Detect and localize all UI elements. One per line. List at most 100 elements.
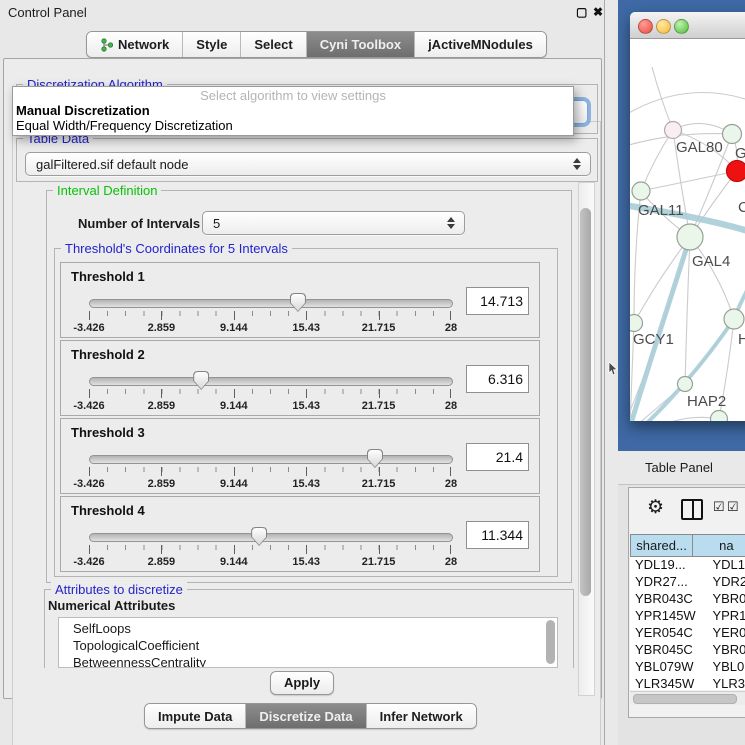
list-item[interactable]: SelfLoops [59, 618, 557, 637]
tab-style[interactable]: Style [183, 32, 241, 57]
table-horizontal-scrollbar[interactable] [630, 691, 745, 705]
slider-thumb[interactable] [193, 371, 209, 390]
threshold-1-value-field[interactable] [466, 287, 529, 315]
slider-thumb[interactable] [367, 449, 383, 468]
list-scrollbar-thumb[interactable] [546, 620, 555, 664]
tab-select[interactable]: Select [241, 32, 306, 57]
slider-track[interactable] [89, 377, 453, 386]
table-panel-title: Table Panel [645, 460, 713, 475]
cell[interactable]: YBL079W [630, 659, 706, 676]
slider-track[interactable] [89, 455, 453, 464]
panel-vertical-scrollbar[interactable] [578, 182, 595, 696]
cell[interactable]: YPR1 [706, 608, 745, 625]
slider-thumb[interactable] [251, 527, 267, 546]
column-header-shared-name[interactable]: shared... [630, 534, 693, 557]
table-row[interactable]: YBR045C YBR0 [630, 642, 745, 659]
tab-network-label: Network [118, 37, 169, 52]
cell[interactable]: YER054C [630, 625, 706, 642]
table-row[interactable]: YBR043C YBR0 [630, 591, 745, 608]
node-bottom-partial [711, 411, 728, 422]
tick-label: 15.43 [292, 322, 320, 334]
table-scrollbar-thumb[interactable] [633, 694, 737, 704]
cell[interactable]: YLR345W [630, 676, 706, 690]
threshold-4-panel: Threshold 4 -3.426 2.859 9.144 15.43 21.… [60, 496, 540, 572]
network-window-titlebar[interactable] [630, 12, 745, 39]
tab-jactivemnodules[interactable]: jActiveMNodules [415, 32, 546, 57]
checkbox-icon[interactable]: ☑ [713, 499, 725, 515]
threshold-4-value-field[interactable] [466, 521, 529, 549]
combo-stepper-icon [446, 217, 455, 229]
table-panel-body: ⚙ ☑ ☑ shared... na YDL19... YDL1 YDR27..… [628, 487, 745, 718]
cell[interactable]: YDL1 [706, 557, 745, 574]
table-panel: Table Panel ⚙ ☑ ☑ shared... na YDL19... … [618, 451, 745, 745]
close-window-icon[interactable] [638, 19, 653, 34]
float-window-icon[interactable]: ▢ [576, 5, 587, 19]
tab-impute-data[interactable]: Impute Data [145, 704, 246, 728]
slider-ticks [89, 467, 451, 477]
minimize-window-icon[interactable] [656, 19, 671, 34]
node-label-gal80: GAL80 [676, 139, 723, 156]
threshold-2-slider[interactable]: -3.426 2.859 9.144 15.43 21.715 28 [89, 369, 451, 413]
threshold-4-slider[interactable]: -3.426 2.859 9.144 15.43 21.715 28 [89, 525, 451, 569]
network-view-window[interactable]: GAL80 GA C GAL11 GAL4 GCY1 H HAP2 [630, 12, 745, 421]
apply-button[interactable]: Apply [270, 671, 334, 695]
slider-track[interactable] [89, 533, 453, 542]
list-item[interactable]: BetweennessCentrality [59, 654, 557, 668]
table-row[interactable]: YDR27... YDR2 [630, 574, 745, 591]
tick-label: -3.426 [73, 478, 104, 490]
cell[interactable]: YBL0 [706, 659, 745, 676]
threshold-2-value-field[interactable] [466, 365, 529, 393]
algorithm-option-manual[interactable]: Manual Discretization [13, 103, 573, 118]
tick-label: 28 [445, 322, 457, 334]
cell[interactable]: YBR043C [630, 591, 706, 608]
node-gal11 [632, 182, 650, 200]
node-gcy1 [630, 315, 643, 332]
threshold-1-slider[interactable]: -3.426 2.859 9.144 15.43 21.715 28 [89, 291, 451, 335]
table-row[interactable]: YDL19... YDL1 [630, 557, 745, 574]
threshold-4-label: Threshold 4 [71, 503, 145, 518]
gear-icon[interactable]: ⚙ [647, 496, 664, 519]
node-gal80 [665, 122, 682, 139]
cell[interactable]: YBR0 [706, 642, 745, 659]
tab-discretize-data[interactable]: Discretize Data [246, 704, 366, 728]
table-row[interactable]: YER054C YER0 [630, 625, 745, 642]
cell[interactable]: YER0 [706, 625, 745, 642]
cell[interactable]: YPR145W [630, 608, 706, 625]
cell[interactable]: YBR045C [630, 642, 706, 659]
threshold-3-value-field[interactable] [466, 443, 529, 471]
table-panel-header: Table Panel [618, 451, 745, 485]
slider-thumb[interactable] [290, 293, 306, 312]
split-table-icon[interactable] [681, 499, 703, 520]
network-canvas[interactable]: GAL80 GA C GAL11 GAL4 GCY1 H HAP2 [630, 39, 745, 421]
cell[interactable]: YBR0 [706, 591, 745, 608]
tick-label: 9.144 [220, 556, 248, 568]
cell[interactable]: YDR27... [630, 574, 706, 591]
close-panel-icon[interactable]: ✖ [593, 5, 603, 19]
panel-scrollbar-thumb[interactable] [580, 208, 591, 596]
tab-discretize-data-label: Discretize Data [259, 709, 352, 724]
threshold-3-slider[interactable]: -3.426 2.859 9.144 15.43 21.715 28 [89, 447, 451, 491]
number-of-intervals-combobox[interactable]: 5 [202, 211, 465, 235]
numerical-attributes-list[interactable]: SelfLoops TopologicalCoefficient Between… [58, 617, 558, 668]
control-panel-title: Control Panel [8, 5, 87, 20]
column-header-name[interactable]: na [693, 534, 745, 557]
table-row[interactable]: YPR145W YPR1 [630, 608, 745, 625]
tab-cyni-toolbox[interactable]: Cyni Toolbox [307, 32, 415, 57]
list-item[interactable]: TopologicalCoefficient [59, 637, 557, 654]
slider-track[interactable] [89, 299, 453, 308]
attributes-group-title: Attributes to discretize [51, 582, 187, 597]
table-data-combobox[interactable]: galFiltered.sif default node [25, 152, 591, 176]
cell[interactable]: YDL19... [630, 557, 706, 574]
cell[interactable]: YLR3 [706, 676, 745, 690]
table-row[interactable]: YLR345W YLR3 [630, 676, 745, 690]
tab-network[interactable]: Network [87, 32, 183, 57]
slider-tick-labels: -3.426 2.859 9.144 15.43 21.715 28 [89, 400, 451, 412]
checkbox-icon[interactable]: ☑ [727, 499, 739, 515]
tab-infer-network[interactable]: Infer Network [367, 704, 476, 728]
tick-label: 15.43 [292, 400, 320, 412]
algorithm-option-equal-width[interactable]: Equal Width/Frequency Discretization [13, 118, 573, 133]
tab-impute-data-label: Impute Data [158, 709, 232, 724]
zoom-window-icon[interactable] [674, 19, 689, 34]
cell[interactable]: YDR2 [706, 574, 745, 591]
table-row[interactable]: YBL079W YBL0 [630, 659, 745, 676]
